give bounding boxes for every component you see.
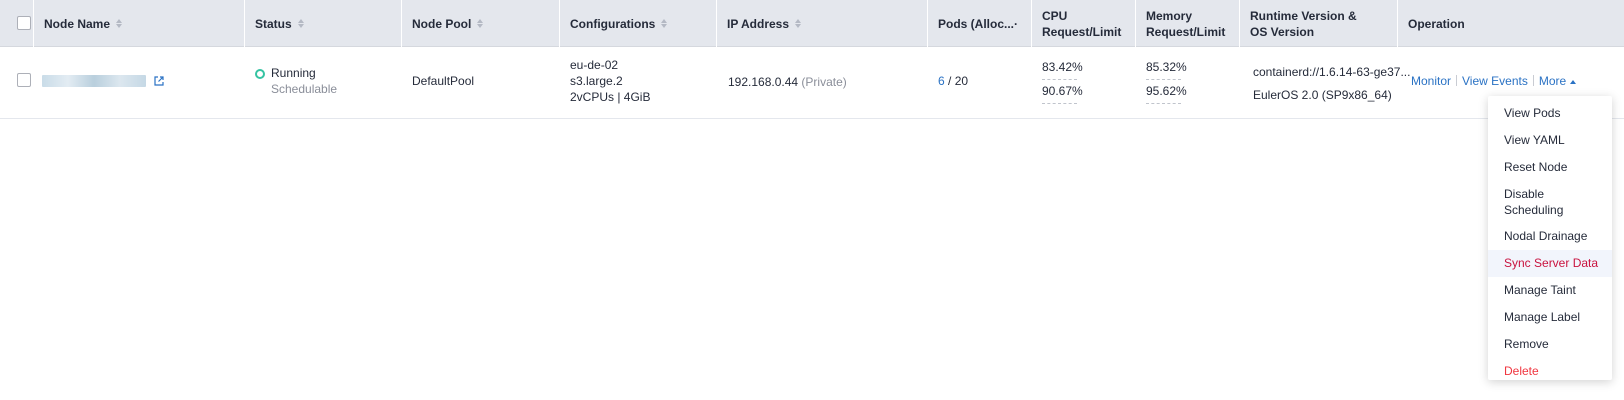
header-status[interactable]: Status [245, 0, 402, 47]
header-pods-label: Pods (Alloc...· [938, 16, 1019, 31]
menu-item-view-yaml[interactable]: View YAML [1488, 127, 1612, 154]
menu-item-remove[interactable]: Remove [1488, 331, 1612, 358]
status-cell: Running Schedulable [271, 65, 337, 97]
header-node-name[interactable]: Node Name [34, 0, 245, 47]
node-name-cell [42, 72, 164, 88]
divider [1456, 75, 1458, 86]
view-events-link[interactable]: View Events [1462, 74, 1528, 88]
table-row: Running Schedulable DefaultPool eu-de-02… [0, 47, 1624, 119]
header-node-pool-label: Node Pool [412, 16, 472, 31]
ip-value: 192.168.0.44 [728, 75, 799, 89]
memory-request: 85.32% [1146, 59, 1187, 80]
status-text: Running [271, 66, 316, 80]
header-memory-line1: Memory [1146, 8, 1193, 23]
node-pool-value: DefaultPool [412, 74, 475, 88]
header-select-cell [0, 0, 34, 47]
header-cpu-line1: CPU [1042, 8, 1068, 23]
sort-icon[interactable] [477, 19, 484, 28]
header-ip-address[interactable]: IP Address [717, 0, 928, 47]
menu-item-disable-scheduling[interactable]: Disable Scheduling [1488, 181, 1612, 223]
header-runtime: Runtime Version & OS Version [1240, 0, 1398, 47]
header-cpu: CPU Request/Limit [1032, 0, 1136, 47]
header-memory: Memory Request/Limit [1136, 0, 1240, 47]
monitor-link[interactable]: Monitor [1411, 74, 1451, 88]
os-version: EulerOS 2.0 (SP9x86_64) [1253, 88, 1392, 102]
header-operation-label: Operation [1408, 16, 1465, 31]
header-memory-line2: Request/Limit [1146, 24, 1226, 39]
header-node-name-label: Node Name [44, 16, 111, 31]
row-checkbox[interactable] [17, 73, 31, 87]
operation-cell: Monitor View Events More [1411, 73, 1577, 89]
more-menu: View Pods View YAML Reset Node Disable S… [1488, 96, 1612, 380]
menu-item-nodal-drainage[interactable]: Nodal Drainage [1488, 223, 1612, 250]
header-configurations-label: Configurations [570, 16, 656, 31]
header-runtime-line1: Runtime Version & [1250, 8, 1357, 23]
sort-icon[interactable] [116, 19, 123, 28]
menu-item-reset-node[interactable]: Reset Node [1488, 154, 1612, 181]
ip-address-cell: 192.168.0.44 (Private) [728, 74, 847, 90]
more-label: More [1538, 74, 1567, 88]
divider [1532, 75, 1534, 86]
pods-cell: 6 / 20 [938, 73, 968, 89]
external-link-icon[interactable] [154, 76, 164, 86]
menu-item-manage-taint[interactable]: Manage Taint [1488, 277, 1612, 304]
header-status-label: Status [255, 16, 292, 31]
sort-icon[interactable] [795, 19, 802, 28]
more-dropdown[interactable]: More [1538, 74, 1577, 88]
menu-item-view-pods[interactable]: View Pods [1488, 100, 1612, 127]
sort-icon[interactable] [661, 19, 668, 28]
sort-icon[interactable] [297, 19, 304, 28]
configurations-cell: eu-de-02 s3.large.2 2vCPUs | 4GiB [570, 57, 650, 105]
header-runtime-line2: OS Version [1250, 24, 1315, 39]
menu-item-manage-label[interactable]: Manage Label [1488, 304, 1612, 331]
cpu-request: 83.42% [1042, 59, 1083, 80]
config-specs: 2vCPUs | 4GiB [570, 90, 651, 104]
ip-type: (Private) [801, 75, 847, 89]
header-configurations[interactable]: Configurations [560, 0, 717, 47]
memory-limit: 95.62% [1146, 83, 1187, 104]
menu-item-delete[interactable]: Delete [1488, 358, 1612, 385]
header-cpu-line2: Request/Limit [1042, 24, 1122, 39]
memory-cell: 85.32% 95.62% [1146, 59, 1187, 104]
node-name-link[interactable] [42, 74, 146, 87]
header-ip-address-label: IP Address [727, 16, 790, 31]
pods-used-link[interactable]: 6 [938, 74, 945, 88]
table-header: Node Name Status Node Pool Configuration… [0, 0, 1624, 47]
config-az: eu-de-02 [570, 58, 619, 72]
schedulable-text: Schedulable [271, 82, 338, 96]
runtime-cell: containerd://1.6.14-63-ge37... EulerOS 2… [1253, 64, 1410, 103]
pods-total: 20 [954, 74, 969, 88]
header-pods[interactable]: Pods (Alloc...· [928, 0, 1032, 47]
cpu-cell: 83.42% 90.67% [1042, 59, 1083, 104]
config-flavor: s3.large.2 [570, 74, 623, 88]
runtime-version: containerd://1.6.14-63-ge37... [1253, 65, 1411, 79]
select-all-checkbox[interactable] [17, 16, 31, 30]
header-node-pool[interactable]: Node Pool [402, 0, 560, 47]
pods-separator: / [944, 74, 955, 88]
menu-item-sync-server-data[interactable]: Sync Server Data [1488, 250, 1612, 277]
cpu-limit: 90.67% [1042, 83, 1083, 104]
caret-up-icon [1570, 80, 1577, 84]
header-operation: Operation [1398, 0, 1624, 47]
running-status-icon [255, 69, 265, 79]
